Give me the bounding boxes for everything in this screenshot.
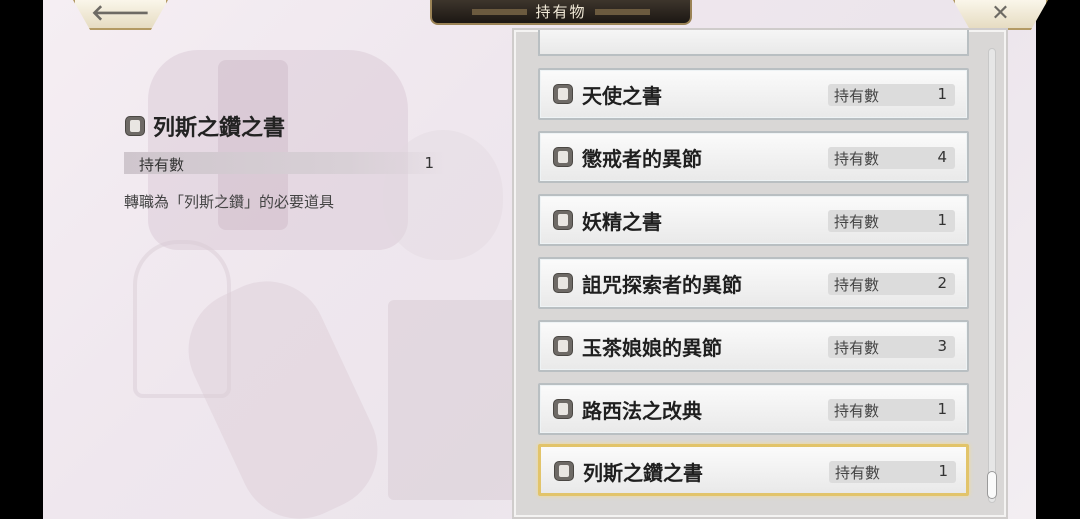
detail-item-name: 列斯之鑽之書 xyxy=(153,115,286,141)
item-count-value: 1 xyxy=(937,400,947,418)
item-count-label: 持有數 xyxy=(834,276,880,294)
item-name: 玉茶娘娘的異節 xyxy=(582,336,722,360)
item-count-box: 持有數 3 xyxy=(828,336,955,358)
scrollbar-thumb[interactable] xyxy=(987,471,997,499)
item-count-value: 1 xyxy=(937,85,947,103)
item-count-box: 持有數 2 xyxy=(828,273,955,295)
detail-owned-bar: 持有數 1 xyxy=(124,152,444,174)
left-arrow-icon: 🡐 xyxy=(91,1,150,26)
item-count-value: 1 xyxy=(938,462,948,480)
list-item[interactable]: 路西法之改典 持有數 1 xyxy=(538,383,969,435)
list-item[interactable]: 妖精之書 持有數 1 xyxy=(538,194,969,246)
scrollbar-track[interactable] xyxy=(988,48,996,503)
close-icon: ✕ xyxy=(991,1,1010,26)
detail-header: 列斯之鑽之書 xyxy=(125,110,285,142)
item-count-label: 持有數 xyxy=(834,339,880,357)
item-name: 路西法之改典 xyxy=(582,399,702,423)
book-icon xyxy=(554,461,574,481)
item-name: 懲戒者的異節 xyxy=(582,147,702,171)
list-item-partial[interactable] xyxy=(538,30,969,56)
item-count-box: 持有數 1 xyxy=(828,399,955,421)
item-count-value: 3 xyxy=(937,337,947,355)
page-title-tab: 持有物 xyxy=(430,0,692,25)
list-item[interactable]: 玉茶娘娘的異節 持有數 3 xyxy=(538,320,969,372)
item-count-value: 4 xyxy=(937,148,947,166)
list-item[interactable]: 天使之書 持有數 1 xyxy=(538,68,969,120)
item-name: 妖精之書 xyxy=(582,210,662,234)
list-item-selected[interactable]: 列斯之鑽之書 持有數 1 xyxy=(538,444,969,496)
book-icon xyxy=(553,399,573,419)
background-books-illustration xyxy=(388,300,528,500)
book-icon xyxy=(553,273,573,293)
book-icon xyxy=(553,210,573,230)
background-sack-illustration xyxy=(383,130,503,260)
book-icon xyxy=(553,147,573,167)
item-count-label: 持有數 xyxy=(834,402,880,420)
item-count-label: 持有數 xyxy=(835,464,881,482)
item-count-label: 持有數 xyxy=(834,87,880,105)
book-icon xyxy=(125,116,145,136)
detail-description: 轉職為「列斯之鑽」的必要道具 xyxy=(124,193,335,211)
item-count-box: 持有數 4 xyxy=(828,147,955,169)
item-count-label: 持有數 xyxy=(834,150,880,168)
item-count-value: 2 xyxy=(937,274,947,292)
book-icon xyxy=(553,84,573,104)
item-count-box: 持有數 1 xyxy=(828,210,955,232)
item-list-panel[interactable]: 天使之書 持有數 1 懲戒者的異節 持有數 4 妖精之書 持有數 1 詛咒探索者… xyxy=(512,28,1008,519)
item-name: 詛咒探索者的異節 xyxy=(582,273,742,297)
item-count-box: 持有數 1 xyxy=(828,84,955,106)
item-name: 列斯之鑽之書 xyxy=(583,461,703,485)
item-count-label: 持有數 xyxy=(834,213,880,231)
item-name: 天使之書 xyxy=(582,84,662,108)
detail-owned-label: 持有數 xyxy=(139,156,185,174)
book-icon xyxy=(553,336,573,356)
item-count-box: 持有數 1 xyxy=(829,461,956,483)
item-count-value: 1 xyxy=(937,211,947,229)
list-item[interactable]: 詛咒探索者的異節 持有數 2 xyxy=(538,257,969,309)
detail-owned-value: 1 xyxy=(424,154,434,172)
page-title: 持有物 xyxy=(535,3,587,21)
list-item[interactable]: 懲戒者的異節 持有數 4 xyxy=(538,131,969,183)
